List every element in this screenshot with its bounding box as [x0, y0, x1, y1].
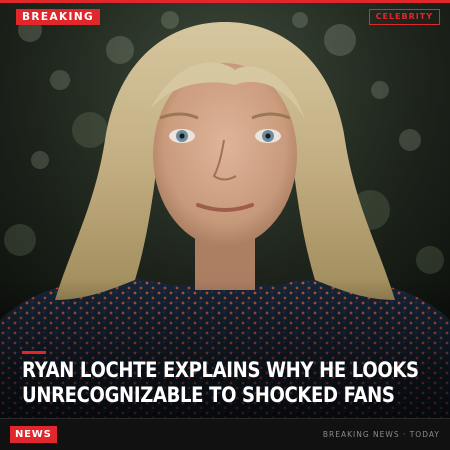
- category-badge[interactable]: CELEBRITY: [368, 9, 440, 25]
- headline-line-2: UNRECOGNIZABLE TO SHOCKED FANS: [22, 383, 395, 407]
- news-card: BREAKING CELEBRITY RYAN LOCHTE EXPLAINS …: [0, 0, 450, 450]
- footer-source-text: BREAKING NEWS · TODAY: [322, 430, 440, 439]
- top-accent-rule: [0, 0, 450, 3]
- breaking-badge: BREAKING: [16, 9, 101, 25]
- headline-accent-bar: [22, 351, 46, 354]
- footer-bar: NEWS BREAKING NEWS · TODAY: [0, 418, 450, 450]
- headline-line-1: RYAN LOCHTE EXPLAINS WHY HE LOOKS: [22, 358, 419, 382]
- headline[interactable]: RYAN LOCHTE EXPLAINS WHY HE LOOKS UNRECO…: [22, 358, 419, 408]
- news-badge[interactable]: NEWS: [10, 426, 57, 443]
